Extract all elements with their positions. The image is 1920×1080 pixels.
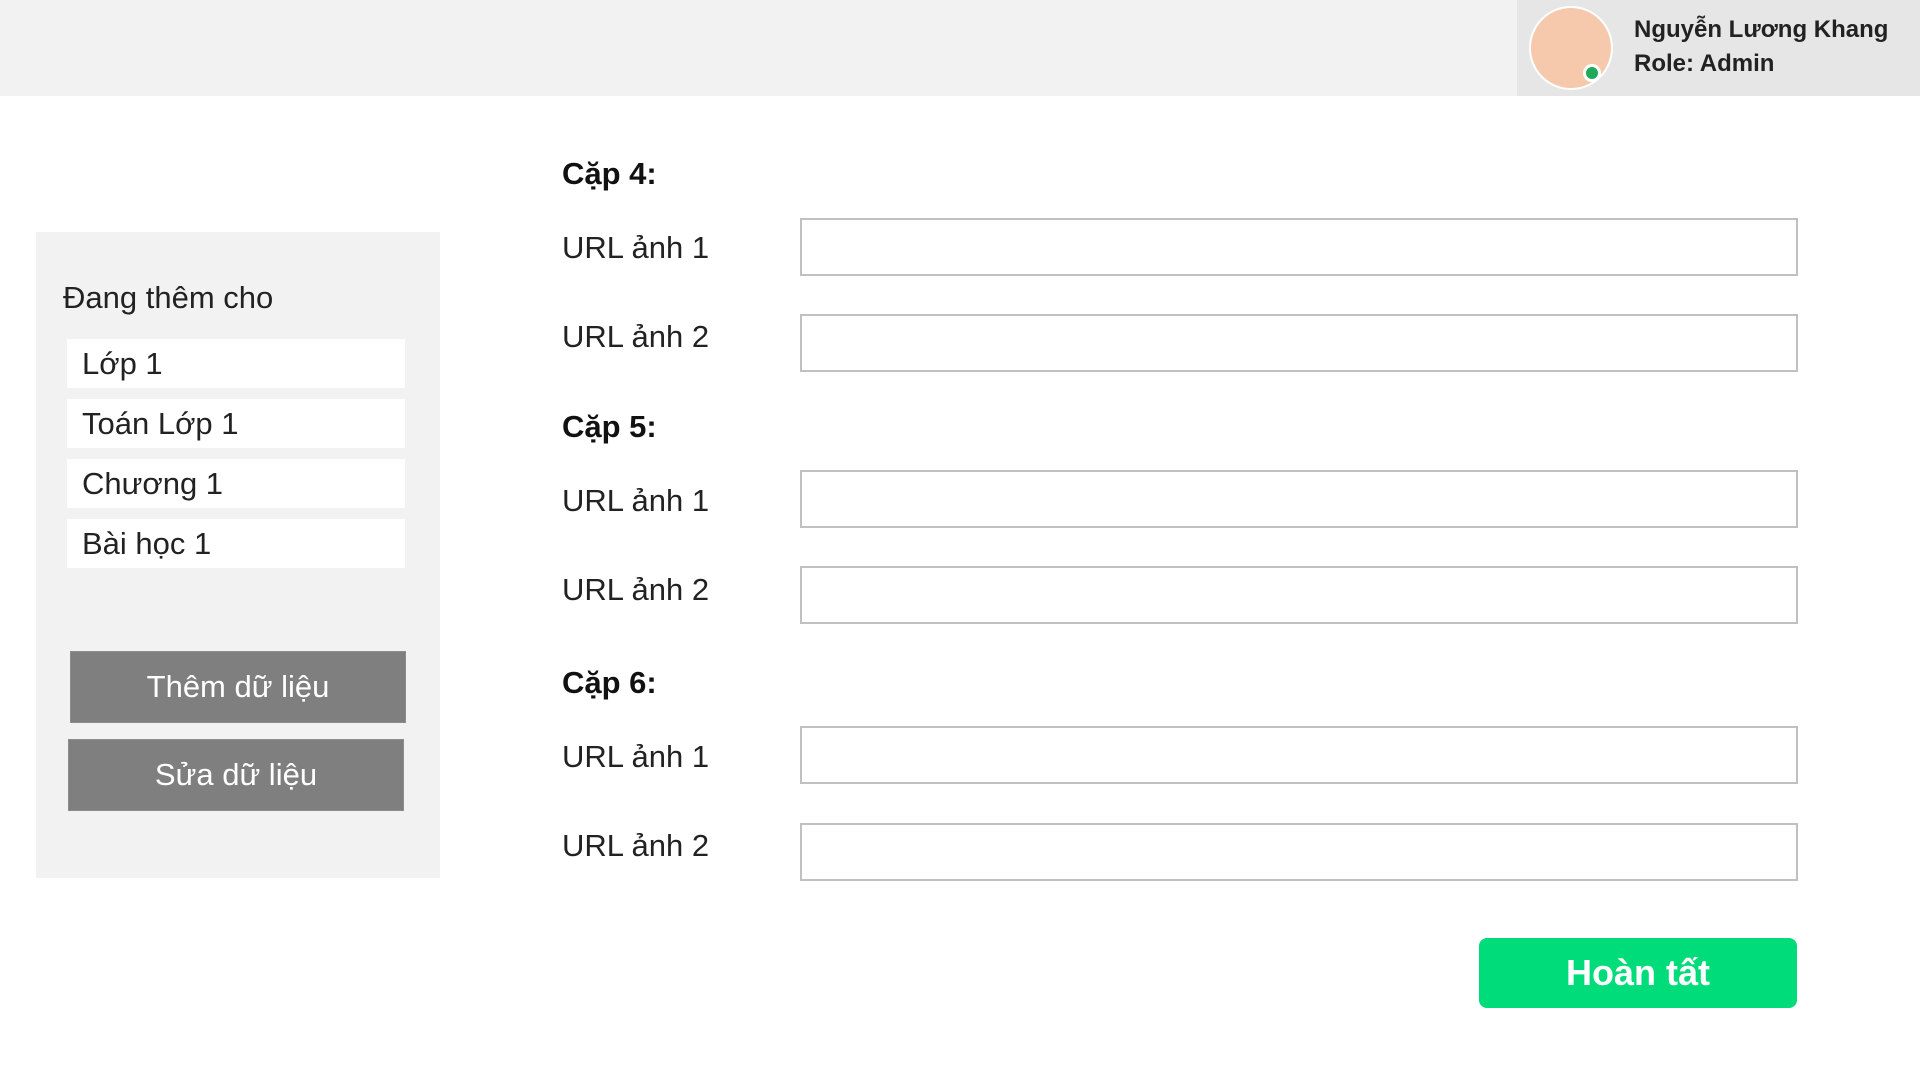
context-grade: Lớp 1 (67, 339, 405, 388)
pair-4-url1-label: URL ảnh 1 (562, 230, 710, 265)
finish-button[interactable]: Hoàn tất (1479, 938, 1797, 1008)
pair-5-url1-label: URL ảnh 1 (562, 483, 710, 518)
user-role: Role: Admin (1634, 50, 1775, 77)
user-profile[interactable]: Nguyễn Lương Khang Role: Admin (1517, 0, 1920, 96)
pair-5-url1-input[interactable] (800, 470, 1798, 528)
pair-6-url1-label: URL ảnh 1 (562, 739, 710, 774)
pair-5-url2-label: URL ảnh 2 (562, 572, 710, 607)
pair-4-url2-label: URL ảnh 2 (562, 319, 710, 354)
context-chapter: Chương 1 (67, 459, 405, 508)
avatar[interactable] (1529, 6, 1613, 90)
pair-4-title: Cặp 4: (562, 156, 657, 191)
context-lesson: Bài học 1 (67, 519, 405, 568)
edit-data-button[interactable]: Sửa dữ liệu (68, 739, 404, 811)
pair-6-title: Cặp 6: (562, 665, 657, 700)
sidebar-heading: Đang thêm cho (63, 280, 274, 315)
user-name: Nguyễn Lương Khang (1634, 16, 1889, 43)
pair-4-url2-input[interactable] (800, 314, 1798, 372)
pair-6-url2-label: URL ảnh 2 (562, 828, 710, 863)
pair-5-title: Cặp 5: (562, 409, 657, 444)
pair-5-url2-input[interactable] (800, 566, 1798, 624)
pair-4-url1-input[interactable] (800, 218, 1798, 276)
online-status-icon (1583, 64, 1601, 82)
sidebar: Đang thêm cho Lớp 1 Toán Lớp 1 Chương 1 … (36, 232, 440, 878)
pair-6-url2-input[interactable] (800, 823, 1798, 881)
context-subject: Toán Lớp 1 (67, 399, 405, 448)
add-data-button[interactable]: Thêm dữ liệu (70, 651, 406, 723)
pair-6-url1-input[interactable] (800, 726, 1798, 784)
